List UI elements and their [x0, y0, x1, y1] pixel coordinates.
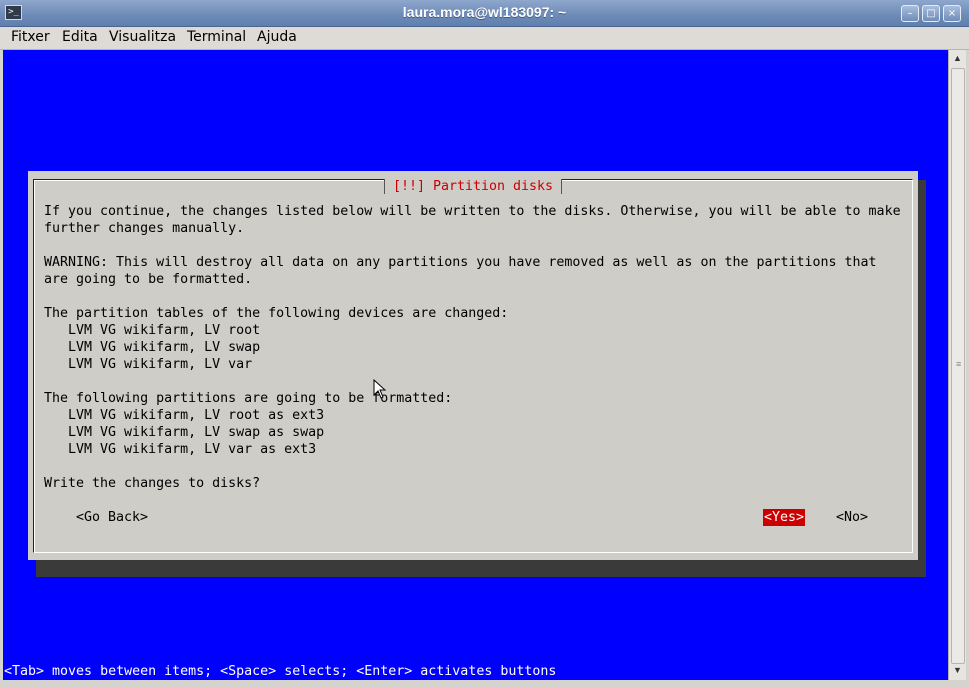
go-back-button[interactable]: <Go Back> — [75, 509, 149, 526]
window-titlebar[interactable]: >_ laura.mora@wl183097: ~ – □ × — [0, 0, 969, 27]
menu-edita[interactable]: Edita — [62, 29, 98, 45]
menu-ajuda[interactable]: Ajuda — [257, 29, 297, 45]
menu-terminal[interactable]: Terminal — [187, 29, 246, 45]
terminal-console[interactable]: [!!] Partition disks If you continue, th… — [3, 50, 948, 680]
vertical-scrollbar[interactable]: ▲ ≡ ▼ — [948, 50, 966, 680]
minimize-button[interactable]: – — [901, 5, 919, 22]
dialog-line: LVM VG wikifarm, LV var — [44, 357, 253, 372]
menu-visualitza[interactable]: Visualitza — [109, 29, 176, 45]
dialog-line: LVM VG wikifarm, LV var as ext3 — [44, 442, 317, 457]
dialog-line: If you continue, the changes listed belo… — [44, 204, 901, 219]
maximize-button[interactable]: □ — [922, 5, 940, 22]
yes-button[interactable]: <Yes> — [763, 509, 806, 526]
menu-fitxer[interactable]: Fitxer — [11, 29, 50, 45]
close-button[interactable]: × — [943, 5, 961, 22]
dialog-line: LVM VG wikifarm, LV swap — [44, 340, 261, 355]
no-button[interactable]: <No> — [835, 509, 869, 526]
dialog-title: [!!] Partition disks — [34, 179, 912, 194]
dialog-line: LVM VG wikifarm, LV swap as swap — [44, 425, 325, 440]
scroll-up-arrow-icon[interactable]: ▲ — [949, 50, 966, 66]
status-help-line: <Tab> moves between items; <Space> selec… — [4, 664, 557, 679]
dialog-line: are going to be formatted. — [44, 272, 253, 287]
scrollbar-grip-icon: ≡ — [956, 359, 962, 369]
mouse-pointer-icon — [373, 379, 387, 399]
scroll-down-arrow-icon[interactable]: ▼ — [949, 662, 966, 678]
dialog-line: LVM VG wikifarm, LV root — [44, 323, 261, 338]
scrollbar-thumb[interactable]: ≡ — [951, 68, 965, 664]
dialog-title-text: [!!] Partition disks — [383, 179, 563, 194]
dialog-line: The following partitions are going to be… — [44, 391, 453, 406]
dialog-line: further changes manually. — [44, 221, 245, 236]
window-title: laura.mora@wl183097: ~ — [402, 4, 567, 20]
menu-bar: Fitxer Edita Visualitza Terminal Ajuda — [0, 27, 969, 50]
dialog-line: The partition tables of the following de… — [44, 306, 509, 321]
partition-disks-dialog: [!!] Partition disks If you continue, th… — [28, 171, 918, 560]
dialog-line: WARNING: This will destroy all data on a… — [44, 255, 877, 270]
dialog-line: LVM VG wikifarm, LV root as ext3 — [44, 408, 325, 423]
dialog-question: Write the changes to disks? — [44, 476, 261, 491]
